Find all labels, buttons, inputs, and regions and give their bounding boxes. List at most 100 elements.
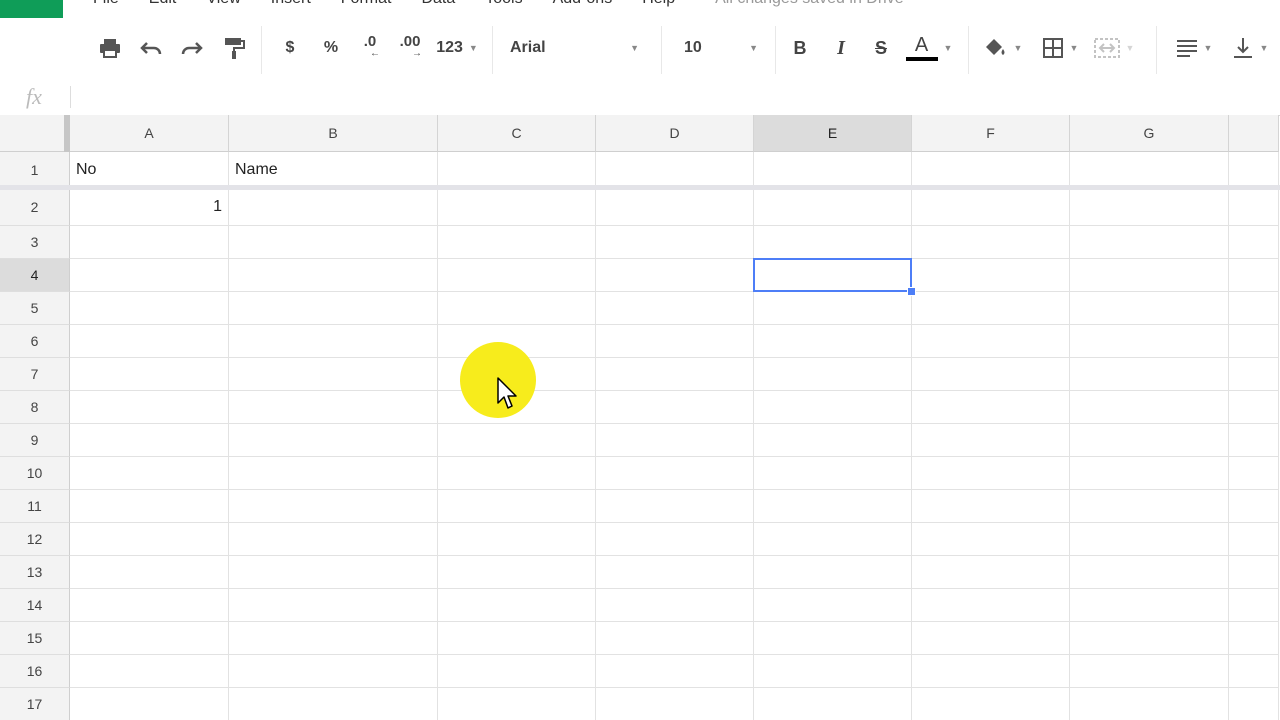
row-header-8[interactable]: 8 — [0, 391, 70, 424]
cell-f9[interactable] — [912, 424, 1070, 457]
percent-button[interactable]: % — [318, 34, 344, 62]
cell-overflow[interactable] — [1229, 325, 1279, 358]
cell-g12[interactable] — [1070, 523, 1229, 556]
cell-f8[interactable] — [912, 391, 1070, 424]
cell-d7[interactable] — [596, 358, 754, 391]
cell-a16[interactable] — [70, 655, 229, 688]
column-header-g[interactable]: G — [1070, 115, 1229, 152]
font-family-select[interactable]: Arial ▼ — [510, 34, 645, 62]
column-header-a[interactable]: A — [70, 115, 229, 152]
select-all-corner[interactable] — [0, 115, 70, 152]
cell-e12[interactable] — [754, 523, 912, 556]
vertical-align-button[interactable]: ▼ — [1226, 34, 1274, 62]
cell-a7[interactable] — [70, 358, 229, 391]
cell-a6[interactable] — [70, 325, 229, 358]
cell-g5[interactable] — [1070, 292, 1229, 325]
cell-c12[interactable] — [438, 523, 596, 556]
cell-a13[interactable] — [70, 556, 229, 589]
menu-view[interactable]: View — [206, 0, 240, 8]
bold-button[interactable]: B — [787, 34, 813, 62]
cell-a11[interactable] — [70, 490, 229, 523]
cell-e4[interactable] — [754, 259, 912, 292]
row-header-4[interactable]: 4 — [0, 259, 70, 292]
cell-c9[interactable] — [438, 424, 596, 457]
cell-overflow[interactable] — [1229, 424, 1279, 457]
row-header-12[interactable]: 12 — [0, 523, 70, 556]
cell-d13[interactable] — [596, 556, 754, 589]
cell-a4[interactable] — [70, 259, 229, 292]
column-header-f[interactable]: F — [912, 115, 1070, 152]
cell-g13[interactable] — [1070, 556, 1229, 589]
italic-button[interactable]: I — [828, 34, 854, 62]
cell-overflow[interactable] — [1229, 523, 1279, 556]
cell-e17[interactable] — [754, 688, 912, 720]
cell-overflow[interactable] — [1229, 226, 1279, 259]
cell-overflow[interactable] — [1229, 391, 1279, 424]
cell-overflow[interactable] — [1229, 688, 1279, 720]
cell-c16[interactable] — [438, 655, 596, 688]
cell-b9[interactable] — [229, 424, 438, 457]
save-status[interactable]: All changes saved in Drive — [715, 0, 904, 8]
row-header-10[interactable]: 10 — [0, 457, 70, 490]
cell-f1[interactable] — [912, 152, 1070, 189]
cell-g2[interactable] — [1070, 189, 1229, 226]
cell-f17[interactable] — [912, 688, 1070, 720]
menu-addons[interactable]: Add-ons — [553, 0, 613, 8]
cell-g1[interactable] — [1070, 152, 1229, 189]
text-color-button[interactable]: A ▼ — [904, 34, 954, 62]
cell-d1[interactable] — [596, 152, 754, 189]
menu-edit[interactable]: Edit — [149, 0, 177, 8]
cell-c3[interactable] — [438, 226, 596, 259]
cell-e3[interactable] — [754, 226, 912, 259]
cell-overflow[interactable] — [1229, 358, 1279, 391]
cell-b1[interactable]: Name — [229, 152, 438, 189]
cell-e8[interactable] — [754, 391, 912, 424]
cell-f6[interactable] — [912, 325, 1070, 358]
cell-a1[interactable]: No — [70, 152, 229, 189]
cell-e10[interactable] — [754, 457, 912, 490]
cell-g9[interactable] — [1070, 424, 1229, 457]
cell-d3[interactable] — [596, 226, 754, 259]
cell-d2[interactable] — [596, 189, 754, 226]
cell-d16[interactable] — [596, 655, 754, 688]
cell-f7[interactable] — [912, 358, 1070, 391]
cell-a14[interactable] — [70, 589, 229, 622]
merge-cells-button[interactable]: ▼ — [1090, 34, 1138, 62]
cell-d9[interactable] — [596, 424, 754, 457]
cell-b15[interactable] — [229, 622, 438, 655]
cell-e14[interactable] — [754, 589, 912, 622]
cell-overflow[interactable] — [1229, 589, 1279, 622]
cell-b5[interactable] — [229, 292, 438, 325]
cell-f12[interactable] — [912, 523, 1070, 556]
row-header-6[interactable]: 6 — [0, 325, 70, 358]
cell-c4[interactable] — [438, 259, 596, 292]
cell-f10[interactable] — [912, 457, 1070, 490]
horizontal-align-button[interactable]: ▼ — [1170, 34, 1218, 62]
cell-f15[interactable] — [912, 622, 1070, 655]
cell-d6[interactable] — [596, 325, 754, 358]
menu-format[interactable]: Format — [341, 0, 392, 8]
currency-button[interactable]: $ — [277, 34, 303, 62]
cell-a3[interactable] — [70, 226, 229, 259]
cell-g7[interactable] — [1070, 358, 1229, 391]
cell-overflow[interactable] — [1229, 457, 1279, 490]
cell-d4[interactable] — [596, 259, 754, 292]
cell-g14[interactable] — [1070, 589, 1229, 622]
cell-e15[interactable] — [754, 622, 912, 655]
cell-a10[interactable] — [70, 457, 229, 490]
cell-f4[interactable] — [912, 259, 1070, 292]
cell-overflow[interactable] — [1229, 622, 1279, 655]
cell-b16[interactable] — [229, 655, 438, 688]
column-header-e[interactable]: E — [754, 115, 912, 152]
decrease-decimals-button[interactable]: .0 ← — [355, 34, 385, 62]
row-header-2[interactable]: 2 — [0, 189, 70, 226]
row-header-14[interactable]: 14 — [0, 589, 70, 622]
cell-b11[interactable] — [229, 490, 438, 523]
cell-e9[interactable] — [754, 424, 912, 457]
cell-overflow[interactable] — [1229, 655, 1279, 688]
cell-d14[interactable] — [596, 589, 754, 622]
cell-e7[interactable] — [754, 358, 912, 391]
cell-g10[interactable] — [1070, 457, 1229, 490]
cell-e5[interactable] — [754, 292, 912, 325]
cell-a15[interactable] — [70, 622, 229, 655]
